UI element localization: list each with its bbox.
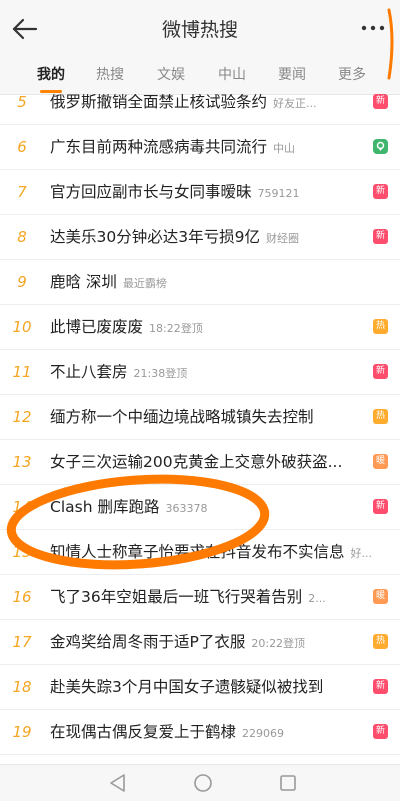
new-badge-icon: 新 [373,94,388,109]
topic-title: 不止八套房 [50,363,128,381]
list-item[interactable]: 13 女子三次运输200克黄金上交意外破获盗... 暖 [0,440,400,485]
page-title: 微博热搜 [161,19,238,41]
new-badge-icon: 新 [373,679,388,694]
warm-badge-icon: 暖 [373,454,388,469]
topic-meta: 好友正... [273,97,317,110]
hot-badge-icon: 热 [373,634,388,649]
tab-more[interactable]: 更多 [338,64,366,84]
topic-title: 知情人士称章子怡要求在抖音发布不实信息 [50,543,345,561]
rank-number: 5 [17,94,27,111]
hot-badge-icon: 热 [373,319,388,334]
location-pin-icon [373,139,388,154]
list-item[interactable]: 18 赴美失踪3个月中国女子遗骸疑似被找到 新 [0,665,400,710]
rank-number: 8 [17,228,27,246]
topic-title: 缅方称一个中缅边境战略城镇失去控制 [50,408,314,426]
topic-meta: 229069 [242,727,285,740]
list-item[interactable]: 17 金鸡奖给周冬雨于适P了衣服 20:22登顶 热 [0,620,400,665]
topic-title: 金鸡奖给周冬雨于适P了衣服 [50,633,246,651]
topic-title: 鹿晗 深圳 [50,273,117,291]
rank-number: 7 [17,183,27,201]
hot-search-list: 5 俄罗斯撤销全面禁止核试验条约 好友正... 新 6 广东目前两种流感病毒共同流… [0,94,400,764]
list-item[interactable]: 15 知情人士称章子怡要求在抖音发布不实信息 好... [0,530,400,575]
rank-number: 17 [12,633,32,651]
category-tabs: 我的 热搜 文娱 中山 要闻 更多 [0,58,400,95]
list-item[interactable]: 14 Clash 删库跑路 363378 新 [0,485,400,530]
back-button[interactable] [10,15,40,43]
hot-badge-icon: 热 [373,409,388,424]
topic-title: 女子三次运输200克黄金上交意外破获盗... [50,453,343,471]
nav-recents-button[interactable] [276,771,300,795]
topic-meta: 2... [308,592,326,605]
topic-title: 广东目前两种流感病毒共同流行 [50,138,268,156]
list-item[interactable]: 9 鹿晗 深圳 最近霸榜 [0,260,400,305]
topic-title: 达美乐30分钟必达3年亏损9亿 [50,228,260,246]
tab-mine[interactable]: 我的 [37,64,65,84]
topic-meta: 财经圈 [265,232,299,245]
tab-news[interactable]: 要闻 [278,64,306,84]
nav-recents-square-icon [280,775,296,791]
rank-number: 18 [12,678,32,696]
more-dots-icon [361,25,385,31]
topic-title: 赴美失踪3个月中国女子遗骸疑似被找到 [50,678,324,696]
tab-hot-search[interactable]: 热搜 [96,64,124,84]
topic-meta: 21:38登顶 [133,367,188,380]
new-badge-icon: 新 [373,724,388,739]
rank-number: 14 [12,498,32,516]
topic-meta: 中山 [273,142,296,155]
list-item[interactable]: 12 缅方称一个中缅边境战略城镇失去控制 热 [0,395,400,440]
active-tab-indicator [40,90,62,93]
nav-home-circle-icon [194,774,212,792]
topic-title: 在现偶古偶反复爱上于鹤棣 [50,723,237,741]
topic-title: Clash 删库跑路 [50,498,160,516]
rank-number: 10 [12,318,32,336]
topic-meta: 363378 [165,502,208,515]
list-item[interactable]: 10 此博已废废废 18:22登顶 热 [0,305,400,350]
list-item[interactable]: 5 俄罗斯撤销全面禁止核试验条约 好友正... 新 [0,94,400,125]
tab-entertainment[interactable]: 文娱 [157,64,185,84]
new-badge-icon: 新 [373,229,388,244]
list-item[interactable]: 8 达美乐30分钟必达3年亏损9亿 财经圈 新 [0,215,400,260]
list-item[interactable]: 11 不止八套房 21:38登顶 新 [0,350,400,395]
topic-meta: 20:22登顶 [251,637,306,650]
topic-meta: 759121 [257,187,300,200]
list-item[interactable]: 7 官方回应副市长与女同事暧昧 759121 新 [0,170,400,215]
new-badge-icon: 新 [373,364,388,379]
rank-number: 6 [17,138,27,156]
topic-title: 俄罗斯撤销全面禁止核试验条约 [50,94,268,111]
list-item[interactable]: 16 飞了36年空姐最后一班飞行哭着告别 2... 暖 [0,575,400,620]
warm-badge-icon: 暖 [373,589,388,604]
list-item[interactable]: 19 在现偶古偶反复爱上于鹤棣 229069 新 [0,710,400,755]
topic-title: 飞了36年空姐最后一班飞行哭着告别 [50,588,303,606]
rank-number: 12 [12,408,32,426]
rank-number: 9 [17,273,27,291]
nav-back-button[interactable] [106,771,130,795]
rank-number: 15 [12,543,32,561]
new-badge-icon: 新 [373,184,388,199]
more-button[interactable] [360,16,386,40]
topic-title: 此博已废废废 [50,318,144,336]
rank-number: 19 [12,723,32,741]
rank-number: 11 [12,363,32,381]
rank-number: 13 [12,453,32,471]
arrow-left-icon [12,18,38,40]
nav-back-triangle-icon [110,774,125,792]
topic-meta: 最近霸榜 [122,277,167,290]
tab-zhongshan[interactable]: 中山 [218,64,246,84]
nav-home-button[interactable] [191,771,215,795]
list-item[interactable]: 6 广东目前两种流感病毒共同流行 中山 [0,125,400,170]
system-nav-bar [0,764,400,801]
topic-title: 官方回应副市长与女同事暧昧 [50,183,252,201]
topic-meta: 好... [350,547,372,560]
app-header: 微博热搜 [0,0,400,58]
new-badge-icon: 新 [373,499,388,514]
rank-number: 16 [12,588,32,606]
topic-meta: 18:22登顶 [149,322,203,335]
